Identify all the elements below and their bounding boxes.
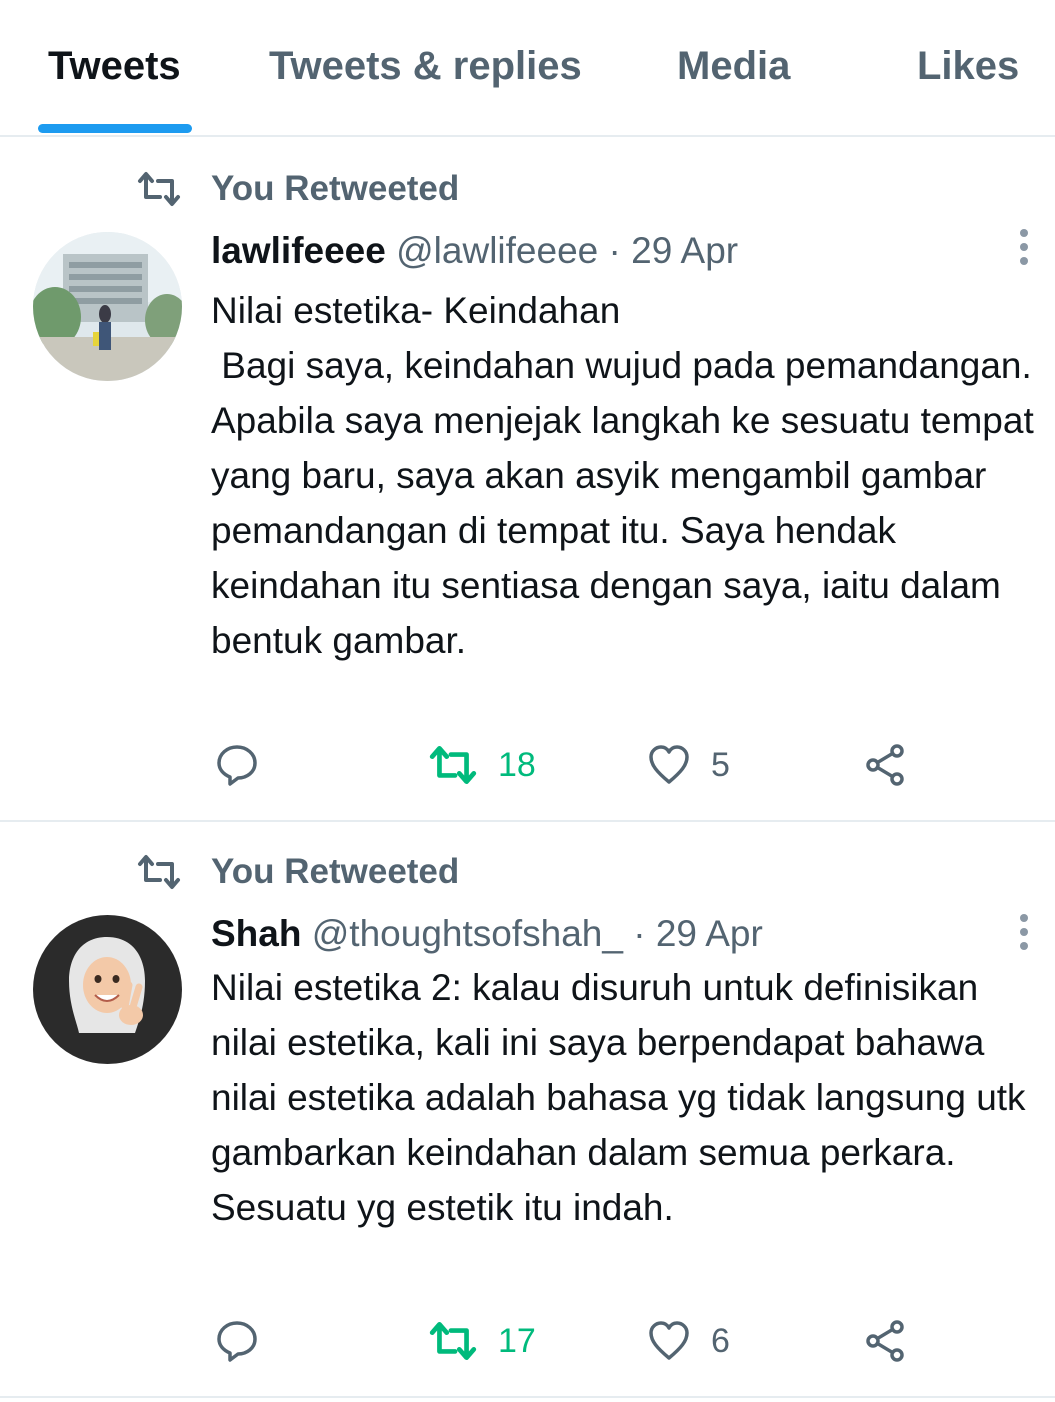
like-count: 6 <box>711 1321 730 1360</box>
tweet-actions: 18 5 <box>0 740 1055 790</box>
reply-icon <box>217 745 257 786</box>
avatar[interactable] <box>33 915 182 1064</box>
reply-button[interactable] <box>215 1316 259 1366</box>
profile-tabs: Tweets Tweets & replies Media Likes <box>0 0 1055 137</box>
reply-button[interactable] <box>215 740 259 790</box>
retweet-button[interactable]: 17 <box>428 1316 536 1366</box>
reply-icon <box>217 1321 257 1362</box>
tweet-date[interactable]: 29 Apr <box>656 913 763 954</box>
tab-tweets-replies[interactable]: Tweets & replies <box>269 44 582 89</box>
like-button[interactable]: 5 <box>647 740 730 790</box>
tab-tweets[interactable]: Tweets <box>48 44 181 89</box>
tweet-date[interactable]: 29 Apr <box>631 230 738 271</box>
share-icon <box>866 1320 904 1362</box>
user-handle[interactable]: @thoughtsofshah_ <box>312 913 623 954</box>
more-options-icon[interactable] <box>1016 914 1032 954</box>
avatar-photo <box>33 232 182 381</box>
tab-likes[interactable]: Likes <box>917 44 1019 89</box>
tweet-text: Nilai estetika 2: kalau disuruh untuk de… <box>211 967 1036 1228</box>
share-button[interactable] <box>863 1316 907 1366</box>
retweet-count: 18 <box>498 745 536 784</box>
retweet-icon <box>429 745 477 785</box>
retweet-label: You Retweeted <box>211 169 460 208</box>
avatar-memoji <box>33 915 182 1064</box>
retweet-context: You Retweeted <box>136 852 459 892</box>
separator-dot: · <box>608 230 621 271</box>
share-button[interactable] <box>863 740 907 790</box>
separator-dot: · <box>633 913 646 954</box>
tweet-header: lawlifeeee @lawlifeeee · 29 Apr <box>211 227 738 275</box>
tweet-card[interactable]: You Retweeted lawlifeeee @lawlifeeee · 2… <box>0 137 1055 822</box>
retweet-button[interactable]: 18 <box>428 740 536 790</box>
like-count: 5 <box>711 745 730 784</box>
tweet-header: Shah @thoughtsofshah_ · 29 Apr <box>211 910 763 958</box>
active-tab-indicator <box>38 124 192 133</box>
tweet-text: Nilai estetika- Keindahan Bagi saya, kei… <box>211 290 1034 661</box>
share-icon <box>866 744 904 786</box>
display-name[interactable]: Shah <box>211 913 301 954</box>
like-button[interactable]: 6 <box>647 1316 730 1366</box>
heart-icon <box>649 745 689 784</box>
user-handle[interactable]: @lawlifeeee <box>396 230 598 271</box>
display-name[interactable]: lawlifeeee <box>211 230 386 271</box>
retweet-icon <box>429 1321 477 1361</box>
avatar[interactable] <box>33 232 182 381</box>
tab-media[interactable]: Media <box>677 44 790 89</box>
tweet-card[interactable]: You Retweeted Shah @thoughtsofshah_ · 29… <box>0 822 1055 1398</box>
retweet-icon <box>138 172 180 206</box>
retweet-count: 17 <box>498 1321 536 1360</box>
retweet-context: You Retweeted <box>136 169 459 209</box>
retweet-icon <box>138 855 180 889</box>
retweet-label: You Retweeted <box>211 852 460 891</box>
heart-icon <box>649 1321 689 1360</box>
tweet-actions: 17 6 <box>0 1316 1055 1366</box>
more-options-icon[interactable] <box>1016 229 1032 269</box>
